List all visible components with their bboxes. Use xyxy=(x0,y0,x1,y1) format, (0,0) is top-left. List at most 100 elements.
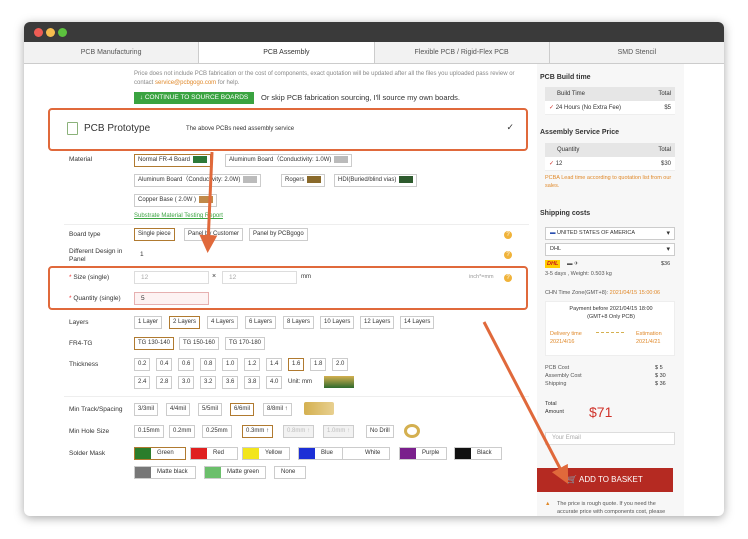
thickness-option[interactable]: 0.8 xyxy=(200,358,217,371)
tab-smd-stencil[interactable]: SMD Stencil xyxy=(550,42,724,63)
layers-8[interactable]: 8 Layers xyxy=(283,316,315,329)
track-8-8mil[interactable]: 8/8mil ↑ xyxy=(263,403,292,416)
tg-130-140[interactable]: TG 130-140 xyxy=(134,337,175,350)
color-swatch xyxy=(243,448,259,459)
hole-0-2mm[interactable]: 0.2mm xyxy=(169,425,196,438)
layers-10[interactable]: 10 Layers xyxy=(320,316,355,329)
add-to-basket-button[interactable]: 🛒 ADD TO BASKET xyxy=(537,468,673,492)
hole-1-0mm[interactable]: 1.0mm ↑ xyxy=(323,425,355,438)
assembly-quantity-option[interactable]: ✓ 12 $30 xyxy=(545,157,675,171)
color-swatch xyxy=(135,467,151,478)
solder-mask-yellow[interactable]: Yellow xyxy=(242,447,290,460)
solder-mask-black[interactable]: Black xyxy=(454,447,502,460)
cost-value: $ 5 xyxy=(655,365,663,371)
build-time-option[interactable]: ✓ 24 Hours (No Extra Fee) $5 xyxy=(545,101,675,115)
thickness-option[interactable]: 2.0 xyxy=(332,358,349,371)
solder-mask-blue[interactable]: Blue xyxy=(298,447,346,460)
thickness-option[interactable]: 3.8 xyxy=(244,376,261,389)
cost-label: Shipping xyxy=(545,381,567,387)
board-type-single-piece[interactable]: Single piece xyxy=(134,228,175,241)
tab-flexible-pcb[interactable]: Flexible PCB / Rigid-Flex PCB xyxy=(375,42,550,63)
prototype-subtitle: The above PCBs need assembly service xyxy=(186,126,295,132)
thickness-option[interactable]: 1.8 xyxy=(310,358,327,371)
zoom-window-button[interactable] xyxy=(58,28,67,37)
material-copper-base[interactable]: Copper Base ( 2.0W ) xyxy=(134,194,218,207)
tab-pcb-assembly[interactable]: PCB Assembly xyxy=(199,42,375,63)
thickness-option[interactable]: 2.8 xyxy=(156,376,173,389)
track-4-4mil[interactable]: 4/4mil xyxy=(166,403,191,416)
board-type-panel-customer[interactable]: Panel by Customer xyxy=(184,228,244,241)
different-design-input[interactable]: 1 xyxy=(134,249,214,262)
hole-0-25mm[interactable]: 0.25mm xyxy=(202,425,232,438)
board-type-panel-pcbgogo[interactable]: Panel by PCBgogo xyxy=(249,228,308,241)
solder-mask-matte-black[interactable]: Matte black xyxy=(134,466,196,479)
thickness-option[interactable]: 3.0 xyxy=(178,376,195,389)
hole-no-drill[interactable]: No Drill xyxy=(366,425,394,438)
tab-pcb-manufacturing[interactable]: PCB Manufacturing xyxy=(24,42,200,63)
hole-0-8mm[interactable]: 0.8mm ↑ xyxy=(283,425,315,438)
layers-4[interactable]: 4 Layers xyxy=(207,316,239,329)
thickness-option[interactable]: 1.0 xyxy=(222,358,239,371)
solder-mask-matte-green[interactable]: Matte green xyxy=(204,466,266,479)
layers-12[interactable]: 12 Layers xyxy=(360,316,395,329)
cost-value: $ 30 xyxy=(655,373,666,379)
color-swatch xyxy=(135,448,151,459)
cart-icon: 🛒 xyxy=(567,475,578,484)
substrate-report-link[interactable]: Substrate Material Testing Report xyxy=(134,213,223,219)
thickness-option[interactable]: 2.4 xyxy=(134,376,151,389)
material-aluminum-2w[interactable]: Aluminum Board（Conductivity: 2.0W) xyxy=(134,174,262,187)
solder-mask-red[interactable]: Red xyxy=(190,447,238,460)
thickness-option[interactable]: 1.4 xyxy=(266,358,283,371)
hole-0-3mm[interactable]: 0.3mm ↑ xyxy=(242,425,274,438)
help-icon[interactable]: ? xyxy=(504,251,512,259)
pcb-board-icon xyxy=(67,122,78,135)
track-3-3mil[interactable]: 3/3mil xyxy=(134,403,159,416)
layers-14[interactable]: 14 Layers xyxy=(400,316,435,329)
help-icon[interactable]: ? xyxy=(504,274,512,282)
tg-170-180[interactable]: TG 170-180 xyxy=(225,337,266,350)
solder-mask-white[interactable]: White xyxy=(342,447,390,460)
material-hdi[interactable]: HDI(Buried/blind vias) xyxy=(334,174,418,187)
solder-mask-green[interactable]: Green xyxy=(134,447,186,460)
minimize-window-button[interactable] xyxy=(46,28,55,37)
thickness-option[interactable]: 0.4 xyxy=(156,358,173,371)
carrier-select[interactable]: DHL xyxy=(545,243,675,256)
thickness-option[interactable]: 1.6 xyxy=(288,358,305,371)
thickness-option[interactable]: 3.6 xyxy=(222,376,239,389)
thickness-option[interactable]: 4.0 xyxy=(266,376,283,389)
track-5-5mil[interactable]: 5/5mil xyxy=(198,403,223,416)
rogers-board-icon xyxy=(307,175,322,183)
layers-2[interactable]: 2 Layers xyxy=(169,316,201,329)
email-input[interactable]: Your Email xyxy=(545,432,675,445)
solder-mask-purple[interactable]: Purple xyxy=(399,447,447,460)
thickness-option[interactable]: 0.6 xyxy=(178,358,195,371)
track-6-6mil[interactable]: 6/6mil xyxy=(230,403,255,416)
layers-1[interactable]: 1 Layer xyxy=(134,316,163,329)
unit-toggle[interactable]: inch*=mm xyxy=(469,274,494,280)
size-height-input[interactable]: 12 xyxy=(222,271,297,284)
thickness-option[interactable]: 3.2 xyxy=(200,376,217,389)
thickness-option[interactable]: 1.2 xyxy=(244,358,261,371)
thickness-option[interactable]: 0.2 xyxy=(134,358,151,371)
hole-0-15mm[interactable]: 0.15mm xyxy=(134,425,164,438)
close-window-button[interactable] xyxy=(34,28,43,37)
delivery-box: Payment before 2021/04/15 18:00 (GMT+8 O… xyxy=(545,301,675,356)
support-email-link[interactable]: service@pcbgogo.com xyxy=(155,80,216,86)
solder-mask-none[interactable]: None xyxy=(274,466,306,479)
pcb-prototype-option[interactable]: PCB Prototype The above PCBs need assemb… xyxy=(48,108,528,151)
shipping-heading: Shipping costs xyxy=(540,210,591,217)
continue-to-source-boards-button[interactable]: ↓ CONTINUE TO SOURCE BOARDS xyxy=(134,92,254,104)
quantity-input[interactable]: 5 xyxy=(134,292,209,305)
material-normal-fr4[interactable]: Normal FR-4 Board xyxy=(134,154,212,167)
aluminum-board-icon xyxy=(334,155,349,163)
estimation-date: 2021/4/21 xyxy=(636,339,661,345)
tg-150-160[interactable]: TG 150-160 xyxy=(179,337,220,350)
assembly-price-table: Quantity Total ✓ 12 $30 xyxy=(545,143,675,171)
material-rogers[interactable]: Rogers xyxy=(281,174,326,187)
size-width-input[interactable]: 12 xyxy=(134,271,209,284)
material-aluminum-1w[interactable]: Aluminum Board（Conductivity: 1.0W) xyxy=(225,154,353,167)
help-icon[interactable]: ? xyxy=(504,231,512,239)
country-select[interactable]: ▬ UNITED STATES OF AMERICA xyxy=(545,227,675,240)
different-design-label: Different Design in Panel xyxy=(69,248,123,263)
layers-6[interactable]: 6 Layers xyxy=(245,316,277,329)
